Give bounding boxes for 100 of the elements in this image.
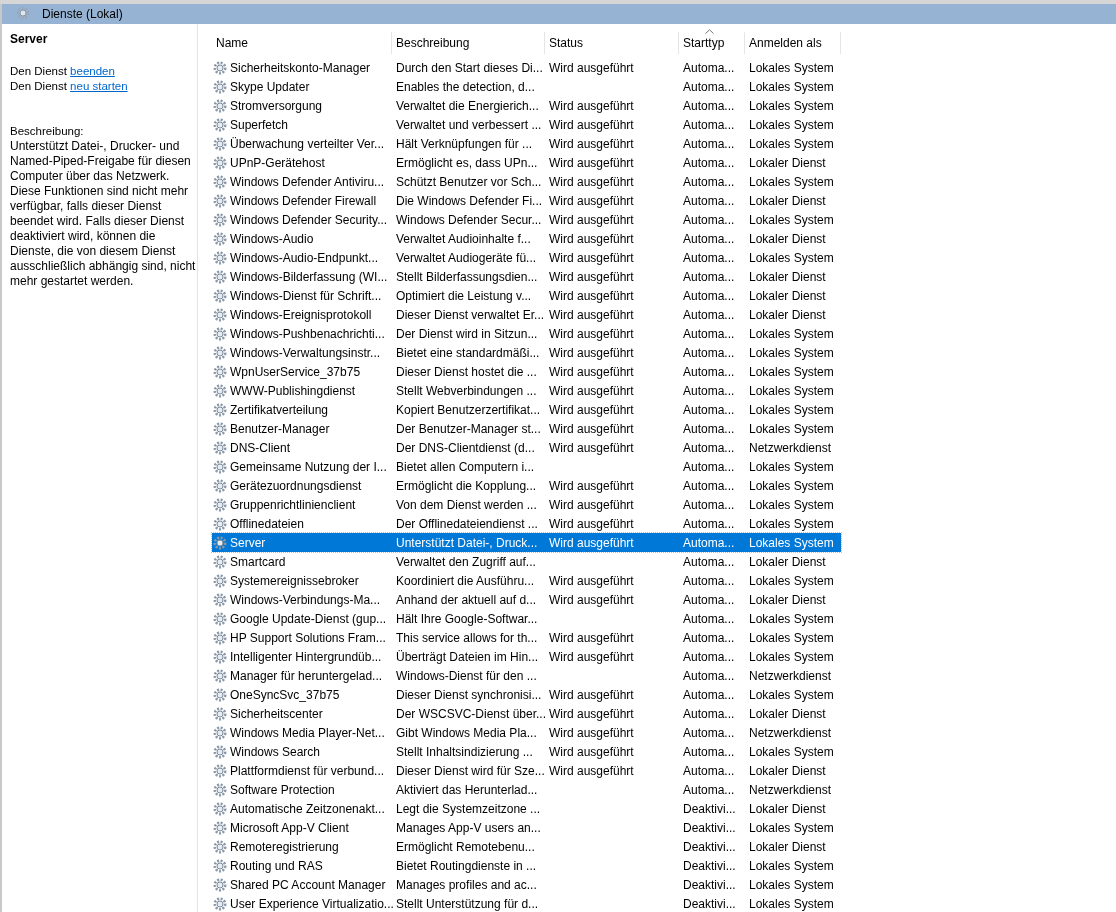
description-cell: Der Dienst wird in Sitzun... <box>396 326 538 341</box>
service-name-cell: Superfetch <box>230 117 289 132</box>
logon-cell: Lokales System <box>749 79 834 94</box>
service-row[interactable]: Windows-Audio Verwaltet Audioinhalte f... Wird ausgeführt Automa... Lokaler Dienst <box>212 229 841 248</box>
column-header[interactable]: Anmelden als <box>745 32 841 54</box>
startup-type-cell: Automa... <box>683 117 735 132</box>
logon-cell: Lokales System <box>749 212 834 227</box>
status-cell: Wird ausgeführt <box>549 231 634 246</box>
service-row[interactable]: Windows Search Stellt Inhaltsindizierung ... Wird ausgeführt Automa... Lokales System <box>212 742 841 761</box>
logon-cell: Lokales System <box>749 60 834 75</box>
status-cell: Wird ausgeführt <box>549 573 634 588</box>
service-row[interactable]: Benutzer-Manager Der Benutzer-Manager st... Wird ausgeführt Automa... Lokales System <box>212 419 841 438</box>
startup-type-cell: Automa... <box>683 706 735 721</box>
startup-type-cell: Deaktivi... <box>683 858 736 873</box>
service-row[interactable]: Microsoft App-V Client Manages App-V users an... Deaktivi... Lokales System <box>212 818 841 837</box>
status-cell: Wird ausgeführt <box>549 288 634 303</box>
startup-type-cell: Automa... <box>683 345 735 360</box>
description-cell: Bietet allen Computern i... <box>396 459 535 474</box>
service-row[interactable]: Gemeinsame Nutzung der I... Bietet allen Computern i... Automa... Lokales System <box>212 457 841 476</box>
service-row[interactable]: Automatische Zeitzonenakt... Legt die Systemzeitzone ... Deaktivi... Lokaler Dienst <box>212 799 841 818</box>
service-row[interactable]: Manager für heruntergelad... Windows-Dienst für den ... Automa... Netzwerkdienst <box>212 666 841 685</box>
service-name-cell: HP Support Solutions Fram... <box>230 630 386 645</box>
logon-cell: Lokales System <box>749 345 834 360</box>
logon-cell: Netzwerkdienst <box>749 725 832 740</box>
service-name-cell: Intelligenter Hintergrundüb... <box>230 649 382 664</box>
logon-cell: Netzwerkdienst <box>749 440 832 455</box>
service-row[interactable]: Google Update-Dienst (gup... Hält Ihre Google-Softwar... Automa... Lokales System <box>212 609 841 628</box>
service-row[interactable]: Überwachung verteilter Ver... Hält Verknüpfungen für ... Wird ausgeführt Automa... Lokales System <box>212 134 841 153</box>
logon-cell: Lokales System <box>749 611 834 626</box>
service-row[interactable]: WpnUserService_37b75 Dieser Dienst hostet die ... Wird ausgeführt Automa... Lokales System <box>212 362 841 381</box>
service-row[interactable]: Zertifikatverteilung Kopiert Benutzerzertifikat... Wird ausgeführt Automa... Lokales System <box>212 400 841 419</box>
startup-type-cell: Automa... <box>683 364 735 379</box>
description-cell: Aktiviert das Herunterlad... <box>396 782 538 797</box>
description-cell: Windows Defender Secur... <box>396 212 542 227</box>
service-row[interactable]: Gruppenrichtlinienclient Von dem Dienst werden ... Wird ausgeführt Automa... Lokales System <box>212 495 841 514</box>
service-row[interactable]: Windows-Ereignisprotokoll Dieser Dienst verwaltet Er... Wird ausgeführt Automa... Lokaler Dienst <box>212 305 841 324</box>
service-row[interactable]: DNS-Client Der DNS-Clientdienst (d... Wird ausgeführt Automa... Netzwerkdienst <box>212 438 841 457</box>
column-header[interactable]: Name <box>212 32 392 54</box>
gear-icon <box>212 268 228 285</box>
service-row[interactable]: Server Unterstützt Datei-, Druck... Wird ausgeführt Automa... Lokales System <box>212 533 841 552</box>
service-row[interactable]: Intelligenter Hintergrundüb... Überträgt Dateien im Hin... Wird ausgeführt Automa... Lokales System <box>212 647 841 666</box>
service-row[interactable]: Windows-Dienst für Schrift... Optimiert die Leistung v... Wird ausgeführt Automa... Lokaler Dienst <box>212 286 841 305</box>
service-row[interactable]: Superfetch Verwaltet und verbessert ... Wird ausgeführt Automa... Lokales System <box>212 115 841 134</box>
service-row[interactable]: Systemereignissebroker Koordiniert die Ausführu... Wird ausgeführt Automa... Lokales System <box>212 571 841 590</box>
service-row[interactable]: Gerätezuordnungsdienst Ermöglicht die Kopplung... Wird ausgeführt Automa... Lokales System <box>212 476 841 495</box>
service-name-cell: UPnP-Gerätehost <box>230 155 325 170</box>
service-row[interactable]: Windows-Audio-Endpunkt... Verwaltet Audiogeräte fü... Wird ausgeführt Automa... Lokales System <box>212 248 841 267</box>
startup-type-cell: Automa... <box>683 459 735 474</box>
service-row[interactable]: Windows-Verwaltungsinstr... Bietet eine standardmäßi... Wird ausgeführt Automa... Lokales System <box>212 343 841 362</box>
service-name-cell: WpnUserService_37b75 <box>230 364 361 379</box>
description-cell: Verwaltet Audioinhalte f... <box>396 231 531 246</box>
service-row[interactable]: Windows-Verbindungs-Ma... Anhand der aktuell auf d... Wird ausgeführt Automa... Lokaler Dienst <box>212 590 841 609</box>
logon-cell: Lokales System <box>749 820 834 835</box>
description-cell: Legt die Systemzeitzone ... <box>396 801 541 816</box>
service-row[interactable]: Stromversorgung Verwaltet die Energierich... Wird ausgeführt Automa... Lokales System <box>212 96 841 115</box>
service-row[interactable]: Shared PC Account Manager Manages profiles and ac... Deaktivi... Lokales System <box>212 875 841 894</box>
gear-icon <box>212 857 228 874</box>
description-cell: This service allows for th... <box>396 630 538 645</box>
service-row[interactable]: Smartcard Verwaltet den Zugriff auf... Automa... Lokaler Dienst <box>212 552 841 571</box>
service-row[interactable]: Windows Media Player-Net... Gibt Windows Media Pla... Wird ausgeführt Automa... Netzwerkdienst <box>212 723 841 742</box>
column-header[interactable]: Status <box>545 32 679 54</box>
service-row[interactable]: Routing und RAS Bietet Routingdienste in ... Deaktivi... Lokales System <box>212 856 841 875</box>
service-row[interactable]: Windows Defender Firewall Die Windows Defender Fi... Wird ausgeführt Automa... Lokaler Dienst <box>212 191 841 210</box>
status-cell: Wird ausgeführt <box>549 497 634 512</box>
column-header[interactable]: Starttyp <box>679 32 745 54</box>
column-header[interactable]: Beschreibung <box>392 32 545 54</box>
service-name-cell: Google Update-Dienst (gup... <box>230 611 387 626</box>
gear-icon <box>16 6 32 22</box>
service-row[interactable]: UPnP-Gerätehost Ermöglicht es, dass UPn... Wird ausgeführt Automa... Lokaler Dienst <box>212 153 841 172</box>
service-row[interactable]: Software Protection Aktiviert das Herunterlad... Automa... Netzwerkdienst <box>212 780 841 799</box>
service-row[interactable]: Windows Defender Antiviru... Schützt Benutzer vor Sch... Wird ausgeführt Automa... Lokales System <box>212 172 841 191</box>
description-cell: Stellt Inhaltsindizierung ... <box>396 744 533 759</box>
service-row[interactable]: Offlinedateien Der Offlinedateiendienst ... Wird ausgeführt Automa... Lokales System <box>212 514 841 533</box>
sort-caret-icon <box>705 29 714 34</box>
service-row[interactable]: Sicherheitscenter Der WSCSVC-Dienst über... Wird ausgeführt Automa... Lokaler Dienst <box>212 704 841 723</box>
service-row[interactable]: WWW-Publishingdienst Stellt Webverbindungen ... Wird ausgeführt Automa... Lokales System <box>212 381 841 400</box>
description-cell: Dieser Dienst verwaltet Er... <box>396 307 545 322</box>
gear-icon <box>212 572 228 589</box>
service-row[interactable]: Sicherheitskonto-Manager Durch den Start dieses Di... Wird ausgeführt Automa... Lokales System <box>212 58 841 77</box>
service-name-cell: Windows-Pushbenachrichti... <box>230 326 385 341</box>
gear-icon <box>212 686 228 703</box>
service-row[interactable]: Remoteregistrierung Ermöglicht Remotebenu... Deaktivi... Lokaler Dienst <box>212 837 841 856</box>
service-row[interactable]: HP Support Solutions Fram... This service allows for th... Wird ausgeführt Automa... Lokales System <box>212 628 841 647</box>
service-row[interactable]: Windows-Bilderfassung (WI... Stellt Bilderfassungsdien... Wird ausgeführt Automa... Lokaler Dienst <box>212 267 841 286</box>
service-name-cell: Automatische Zeitzonenakt... <box>230 801 385 816</box>
description-cell: Kopiert Benutzerzertifikat... <box>396 402 541 417</box>
action-link[interactable]: beenden <box>70 65 115 77</box>
action-link[interactable]: neu starten <box>70 80 128 92</box>
service-row[interactable]: OneSyncSvc_37b75 Dieser Dienst synchronisi... Wird ausgeführt Automa... Lokales System <box>212 685 841 704</box>
service-row[interactable]: Plattformdienst für verbund... Dieser Dienst wird für Sze... Wird ausgeführt Automa... Lokaler Dienst <box>212 761 841 780</box>
service-row[interactable]: User Experience Virtualizatio... Stellt Unterstützung für d... Deaktivi... Lokales System <box>212 894 841 912</box>
status-cell: Wird ausgeführt <box>549 307 634 322</box>
description-cell: Der Offlinedateiendienst ... <box>396 516 538 531</box>
startup-type-cell: Automa... <box>683 782 735 797</box>
service-name-cell: DNS-Client <box>230 440 290 455</box>
service-row[interactable]: Skype Updater Enables the detection, d... Automa... Lokales System <box>212 77 841 96</box>
service-name-cell: Windows-Verwaltungsinstr... <box>230 345 381 360</box>
service-row[interactable]: Windows Defender Security... Windows Defender Secur... Wird ausgeführt Automa... Lokales System <box>212 210 841 229</box>
logon-cell: Lokaler Dienst <box>749 706 826 721</box>
service-row[interactable]: Windows-Pushbenachrichti... Der Dienst wird in Sitzun... Wird ausgeführt Automa... Lokales System <box>212 324 841 343</box>
